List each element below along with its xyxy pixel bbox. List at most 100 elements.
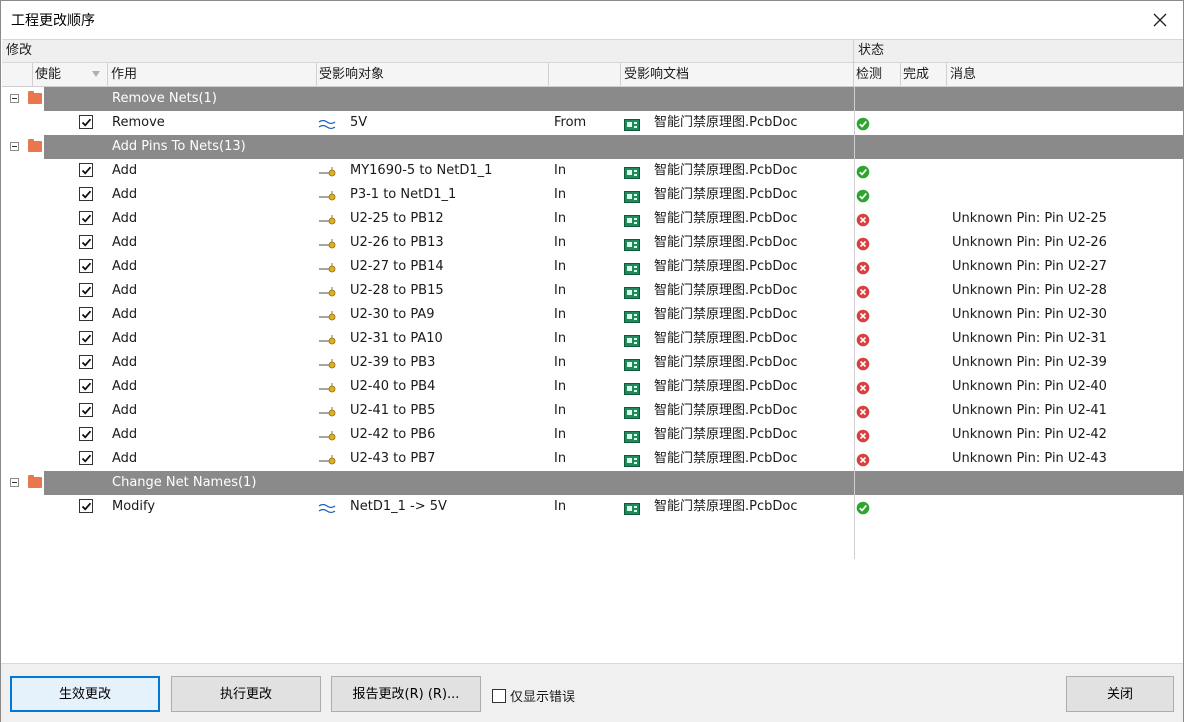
collapse-icon[interactable] [10,94,19,103]
message-cell: Unknown Pin: Pin U2-30 [952,307,1107,322]
message-cell: Unknown Pin: Pin U2-41 [952,403,1107,418]
column-header-action[interactable]: 作用 [111,63,137,86]
collapse-icon[interactable] [10,478,19,487]
column-separator [548,63,549,87]
direction-cell: In [554,451,567,466]
action-cell: Add [112,451,138,466]
enable-checkbox[interactable] [79,355,93,369]
action-cell: Add [112,283,138,298]
action-cell: Add [112,355,138,370]
check-ok-icon [856,500,870,524]
enable-checkbox[interactable] [79,283,93,297]
message-cell: Unknown Pin: Pin U2-26 [952,235,1107,250]
enable-checkbox[interactable] [79,163,93,177]
enable-checkbox[interactable] [79,379,93,393]
affected-object-cell: U2-40 to PB4 [350,379,436,394]
change-list: Remove Nets(1) Remove 5V From 智能门禁原理图.PcbDoc… [2,87,1183,519]
change-row[interactable]: Add P3-1 to NetD1_1 In 智能门禁原理图.PcbDoc [2,183,1183,207]
group-row-label: Change Net Names(1) [112,475,257,490]
enable-checkbox[interactable] [79,427,93,441]
eco-dialog: 工程更改顺序 修改 状态 使能 作用 受影响对象 受影响文档 检测 完成 消息 … [0,0,1184,722]
change-row[interactable]: Add U2-26 to PB13 In 智能门禁原理图.PcbDoc Unknown … [2,231,1183,255]
change-row[interactable]: Add U2-40 to PB4 In 智能门禁原理图.PcbDoc Unknown P… [2,375,1183,399]
close-button[interactable]: 关闭 [1066,676,1174,712]
change-row[interactable]: Add U2-27 to PB14 In 智能门禁原理图.PcbDoc Unknown … [2,255,1183,279]
affected-object-cell: U2-41 to PB5 [350,403,436,418]
column-separator [107,63,108,87]
enable-checkbox[interactable] [79,235,93,249]
dialog-footer: 生效更改 执行更改 报告更改(R) (R)... 仅显示错误 关闭 [1,663,1183,722]
group-header-status: 状态 [853,39,1183,63]
affected-object-cell: P3-1 to NetD1_1 [350,187,457,202]
message-cell: Unknown Pin: Pin U2-40 [952,379,1107,394]
change-row[interactable]: Add U2-30 to PA9 In 智能门禁原理图.PcbDoc Unknown P… [2,303,1183,327]
affected-object-cell: U2-30 to PA9 [350,307,435,322]
action-cell: Add [112,259,138,274]
action-cell: Add [112,211,138,226]
change-row[interactable]: Add U2-25 to PB12 In 智能门禁原理图.PcbDoc Unknown … [2,207,1183,231]
execute-changes-button[interactable]: 执行更改 [171,676,321,712]
affected-document-cell: 智能门禁原理图.PcbDoc [654,283,798,298]
column-header-done[interactable]: 完成 [903,63,929,86]
column-header-row [2,63,1183,87]
enable-checkbox[interactable] [79,115,93,129]
column-header-affected-object[interactable]: 受影响对象 [319,63,384,86]
enable-checkbox[interactable] [79,403,93,417]
affected-document-cell: 智能门禁原理图.PcbDoc [654,451,798,466]
affected-document-cell: 智能门禁原理图.PcbDoc [654,355,798,370]
only-show-errors-checkbox[interactable] [492,688,506,703]
direction-cell: In [554,307,567,322]
change-row[interactable]: Add U2-42 to PB6 In 智能门禁原理图.PcbDoc Unknown P… [2,423,1183,447]
close-window-button[interactable] [1147,7,1173,33]
enable-checkbox[interactable] [79,451,93,465]
action-cell: Add [112,235,138,250]
validate-changes-button[interactable]: 生效更改 [10,676,160,712]
action-cell: Add [112,307,138,322]
enable-checkbox[interactable] [79,211,93,225]
change-row[interactable]: Add MY1690-5 to NetD1_1 In 智能门禁原理图.PcbDoc [2,159,1183,183]
column-header-enable[interactable]: 使能 [35,63,61,86]
enable-checkbox[interactable] [79,499,93,513]
enable-checkbox[interactable] [79,259,93,273]
title-bar: 工程更改顺序 [1,1,1183,39]
group-row[interactable]: Remove Nets(1) [2,87,1183,111]
affected-document-cell: 智能门禁原理图.PcbDoc [654,163,798,178]
message-cell: Unknown Pin: Pin U2-25 [952,211,1107,226]
column-header-message[interactable]: 消息 [950,63,976,86]
change-row[interactable]: Modify NetD1_1 -> 5V In 智能门禁原理图.PcbDoc [2,495,1183,519]
change-row[interactable]: Add U2-43 to PB7 In 智能门禁原理图.PcbDoc Unknown P… [2,447,1183,471]
direction-cell: In [554,235,567,250]
group-row[interactable]: Change Net Names(1) [2,471,1183,495]
change-row[interactable]: Add U2-41 to PB5 In 智能门禁原理图.PcbDoc Unknown P… [2,399,1183,423]
group-row[interactable]: Add Pins To Nets(13) [2,135,1183,159]
affected-object-cell: U2-39 to PB3 [350,355,436,370]
column-separator [620,63,621,87]
column-separator [316,63,317,87]
report-changes-button[interactable]: 报告更改(R) (R)... [331,676,481,712]
action-cell: Add [112,163,138,178]
message-cell: Unknown Pin: Pin U2-39 [952,355,1107,370]
affected-object-cell: U2-31 to PA10 [350,331,443,346]
enable-checkbox[interactable] [79,187,93,201]
column-header-check[interactable]: 检测 [856,63,882,86]
action-cell: Remove [112,115,165,130]
affected-document-cell: 智能门禁原理图.PcbDoc [654,307,798,322]
column-separator [946,63,947,87]
affected-object-cell: U2-43 to PB7 [350,451,436,466]
column-header-affected-document[interactable]: 受影响文档 [624,63,689,86]
direction-cell: In [554,259,567,274]
sort-indicator-icon [92,71,100,77]
change-row[interactable]: Add U2-31 to PA10 In 智能门禁原理图.PcbDoc Unknown … [2,327,1183,351]
enable-checkbox[interactable] [79,307,93,321]
action-cell: Modify [112,499,156,514]
collapse-icon[interactable] [10,142,19,151]
change-row[interactable]: Add U2-39 to PB3 In 智能门禁原理图.PcbDoc Unknown P… [2,351,1183,375]
affected-document-cell: 智能门禁原理图.PcbDoc [654,115,798,130]
change-row[interactable]: Add U2-28 to PB15 In 智能门禁原理图.PcbDoc Unknown … [2,279,1183,303]
enable-checkbox[interactable] [79,331,93,345]
only-show-errors-toggle[interactable]: 仅显示错误 [492,686,575,705]
affected-object-cell: 5V [350,115,368,130]
direction-cell: In [554,211,567,226]
affected-object-cell: U2-42 to PB6 [350,427,436,442]
change-row[interactable]: Remove 5V From 智能门禁原理图.PcbDoc [2,111,1183,135]
